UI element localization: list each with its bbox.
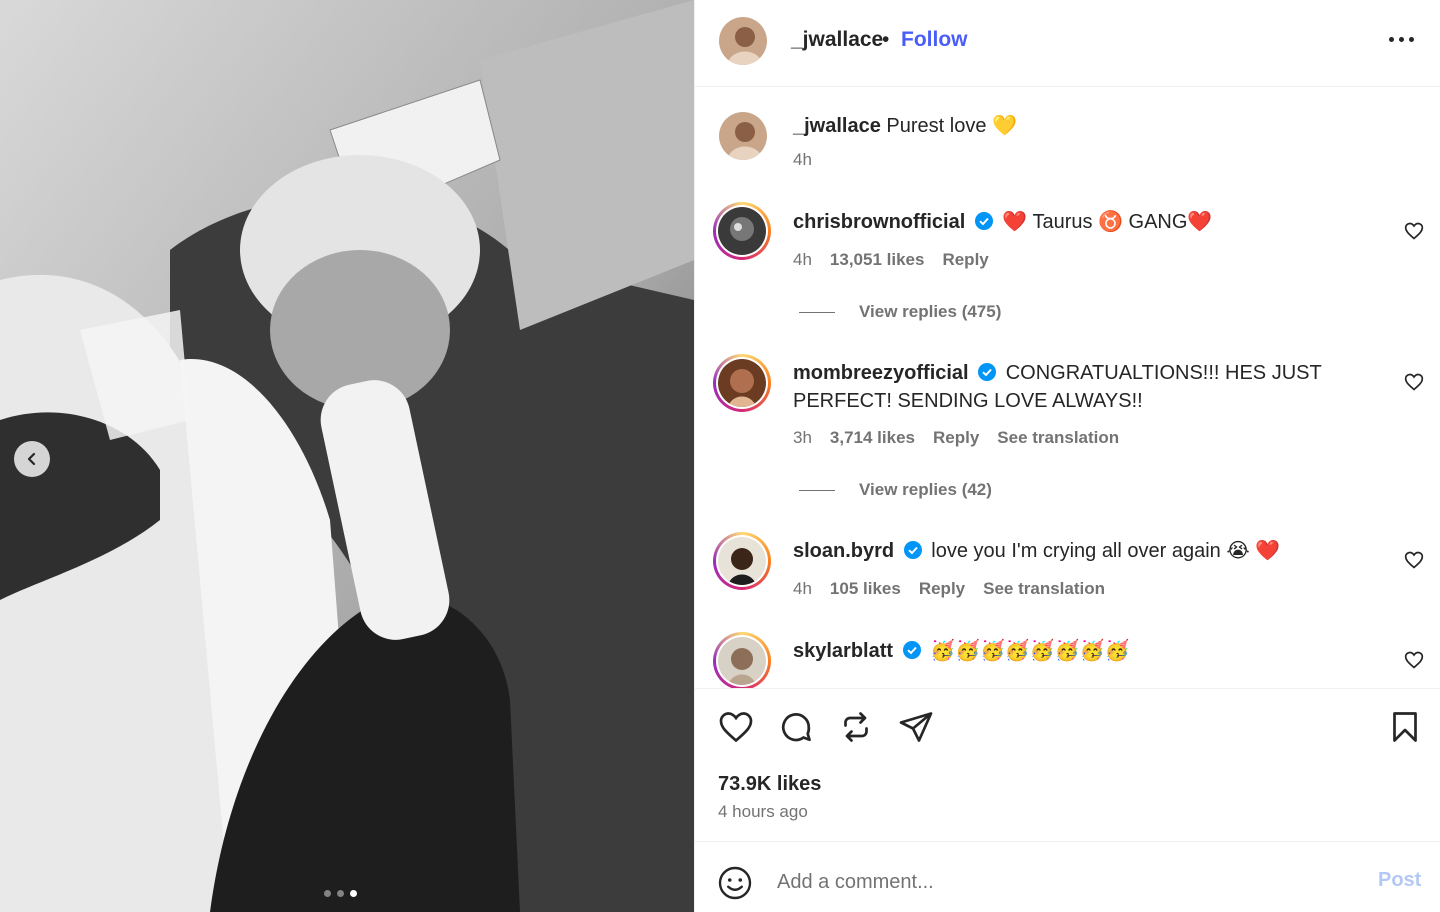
comments-list[interactable]: _jwallace Purest love 💛 4h chrisbrownoff… (695, 88, 1440, 688)
like-heart-icon[interactable] (718, 709, 754, 745)
heart-icon[interactable] (1404, 221, 1424, 241)
comment-text: CONGRATUALTIONS!!! HES JUST (1005, 362, 1322, 384)
comment-time: 4h (793, 579, 812, 598)
verified-badge-icon (978, 363, 997, 381)
separator-dot: • (882, 28, 890, 51)
comment-icon[interactable] (778, 709, 814, 745)
comment-text: ❤️ Taurus ♉️ GANG❤️ (1002, 211, 1213, 233)
verified-badge-icon (902, 641, 921, 659)
view-replies-label: View replies (475) (859, 302, 1002, 321)
caption-time: 4h (793, 150, 812, 169)
author-avatar[interactable] (719, 17, 767, 65)
emoji-icon[interactable] (717, 865, 753, 901)
post-header: _jwallace • Follow (695, 0, 1440, 87)
comment-username[interactable]: sloan.byrd (793, 540, 894, 562)
comment-meta: 4h 13,051 likes Reply (793, 250, 989, 270)
carousel-dot-active (350, 890, 357, 897)
comment-likes[interactable]: 3,714 likes (830, 428, 915, 448)
comment-text: love you I'm crying all over again 😭 ❤️ (931, 540, 1281, 562)
reply-button[interactable]: Reply (919, 579, 965, 599)
caption: _jwallace Purest love 💛 (793, 112, 1017, 140)
heart-icon[interactable] (1404, 650, 1424, 670)
reply-button[interactable]: Reply (933, 428, 979, 448)
comment-username[interactable]: mombreezyofficial (793, 362, 969, 384)
comment-username[interactable]: skylarblatt (793, 640, 893, 662)
heart-icon[interactable] (1404, 372, 1424, 392)
comment-meta: 4h 105 likes Reply See translation (793, 579, 1105, 599)
comment-input[interactable] (777, 862, 1337, 902)
comment-username[interactable]: chrisbrownofficial (793, 211, 965, 233)
post-photo (0, 0, 694, 912)
share-icon[interactable] (898, 709, 934, 745)
more-icon (1389, 37, 1394, 42)
see-translation-button[interactable]: See translation (983, 579, 1105, 599)
comment-avatar[interactable] (713, 202, 771, 260)
caption-username[interactable]: _jwallace (793, 115, 881, 137)
divider (799, 311, 835, 313)
post-sidebar: _jwallace • Follow _jwallace Purest love… (694, 0, 1440, 912)
comment-composer: Post (695, 841, 1440, 912)
caption-meta: 4h (793, 150, 812, 170)
carousel-indicator (324, 890, 357, 897)
view-replies-button[interactable]: View replies (42) (799, 480, 992, 500)
divider (799, 489, 835, 491)
comment-body: chrisbrownofficial ❤️ Taurus ♉️ GANG❤️ (793, 208, 1212, 236)
comment-body: mombreezyofficial CONGRATUALTIONS!!! HES… (793, 359, 1322, 387)
verified-badge-icon (903, 541, 922, 559)
caption-text: Purest love 💛 (886, 115, 1017, 137)
author-username[interactable]: _jwallace (791, 28, 883, 52)
chevron-left-icon (27, 452, 36, 466)
comment-body: sloan.byrd love you I'm crying all over … (793, 537, 1280, 565)
carousel-dot (337, 890, 344, 897)
comment-avatar[interactable] (713, 632, 771, 688)
comment-avatar[interactable] (713, 354, 771, 412)
verified-badge-icon (974, 212, 993, 230)
post-actions: 73.9K likes 4 hours ago Post (695, 688, 1440, 912)
post-button[interactable]: Post (1378, 869, 1421, 892)
follow-button[interactable]: Follow (901, 28, 968, 52)
post-timestamp: 4 hours ago (718, 802, 808, 821)
comment-meta: 3h 3,714 likes Reply See translation (793, 428, 1119, 448)
heart-icon[interactable] (1404, 550, 1424, 570)
comment-likes[interactable]: 13,051 likes (830, 250, 925, 270)
comment-time: 3h (793, 428, 812, 447)
caption-avatar[interactable] (719, 112, 767, 160)
view-replies-button[interactable]: View replies (475) (799, 302, 1001, 322)
comment-text: PERFECT! SENDING LOVE ALWAYS!! (793, 390, 1143, 412)
repost-icon[interactable] (838, 709, 874, 745)
comment-body: skylarblatt 🥳🥳🥳🥳🥳🥳🥳🥳 (793, 637, 1129, 665)
carousel-dot (324, 890, 331, 897)
comment-likes[interactable]: 105 likes (830, 579, 901, 599)
comment-time: 4h (793, 250, 812, 269)
comment-avatar[interactable] (713, 532, 771, 590)
more-options-button[interactable] (1389, 37, 1414, 42)
comment-text-continued: PERFECT! SENDING LOVE ALWAYS!! (793, 387, 1143, 415)
likes-count[interactable]: 73.9K likes (718, 773, 821, 796)
reply-button[interactable]: Reply (942, 250, 988, 270)
previous-slide-button[interactable] (14, 441, 50, 477)
view-replies-label: View replies (42) (859, 480, 992, 499)
post-media[interactable] (0, 0, 694, 912)
comment-text: 🥳🥳🥳🥳🥳🥳🥳🥳 (930, 640, 1130, 662)
bookmark-icon[interactable] (1387, 709, 1423, 745)
see-translation-button[interactable]: See translation (997, 428, 1119, 448)
